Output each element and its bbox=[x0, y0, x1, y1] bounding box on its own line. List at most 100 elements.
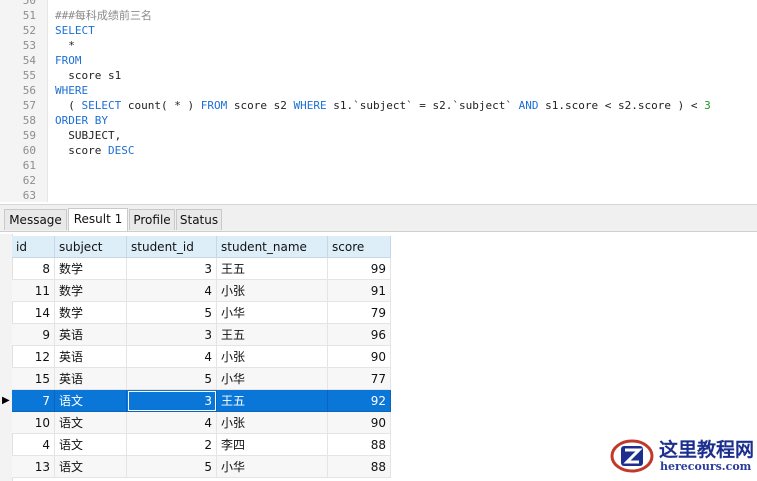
code-line: 52 SELECT bbox=[0, 23, 757, 38]
cell-student-id[interactable]: 5 bbox=[127, 302, 217, 324]
code-text: WHERE bbox=[55, 84, 89, 97]
cell-score[interactable]: 92 bbox=[328, 390, 391, 412]
cell-id[interactable]: 7 bbox=[12, 390, 55, 412]
cell-id[interactable]: 4 bbox=[12, 434, 55, 456]
tab-message[interactable]: Message bbox=[4, 209, 67, 230]
cell-subject[interactable]: 英语 bbox=[55, 324, 127, 346]
code-line: 56 WHERE bbox=[0, 83, 757, 98]
code-text: FROM bbox=[55, 54, 82, 67]
cell-subject[interactable]: 语文 bbox=[55, 412, 127, 434]
cell-student-name[interactable]: 王五 bbox=[217, 258, 328, 280]
cell-score[interactable]: 90 bbox=[328, 412, 391, 434]
watermark: 这里教程网 herecours.com bbox=[610, 432, 757, 481]
code-text: score DESC bbox=[55, 144, 135, 157]
cell-subject[interactable]: 语文 bbox=[55, 390, 127, 412]
cell-student-name[interactable]: 王五 bbox=[217, 324, 328, 346]
current-row-indicator-icon: ▶ bbox=[2, 395, 10, 406]
column-header-student-name[interactable]: student_name bbox=[217, 236, 328, 258]
table-row[interactable]: 14 数学 5 小华 79 bbox=[12, 302, 391, 324]
cell-student-name[interactable]: 王五 bbox=[217, 390, 328, 412]
tab-profile[interactable]: Profile bbox=[129, 209, 175, 230]
cell-subject[interactable]: 语文 bbox=[55, 434, 127, 456]
code-line: 59 SUBJECT, bbox=[0, 128, 757, 143]
table-row[interactable]: 13 语文 5 小华 88 bbox=[12, 456, 391, 478]
table-row[interactable]: 8 数学 3 王五 99 bbox=[12, 258, 391, 280]
cell-id[interactable]: 8 bbox=[12, 258, 55, 280]
cell-student-name[interactable]: 小张 bbox=[217, 346, 328, 368]
cell-score[interactable]: 77 bbox=[328, 368, 391, 390]
code-line: 50 bbox=[0, 0, 757, 8]
table-row[interactable]: 11 数学 4 小张 91 bbox=[12, 280, 391, 302]
code-text: score s1 bbox=[55, 69, 122, 82]
column-header-student-id[interactable]: student_id bbox=[127, 236, 217, 258]
code-text: SELECT bbox=[55, 24, 95, 37]
cell-student-id[interactable]: 3 bbox=[127, 324, 217, 346]
cell-student-name[interactable]: 小华 bbox=[217, 302, 328, 324]
cell-student-id[interactable]: 4 bbox=[127, 280, 217, 302]
line-number: 57 bbox=[22, 99, 36, 112]
tab-status[interactable]: Status bbox=[176, 209, 222, 230]
line-number: 53 bbox=[22, 39, 36, 52]
cell-student-id[interactable]: 4 bbox=[127, 346, 217, 368]
cell-id[interactable]: 12 bbox=[12, 346, 55, 368]
cell-subject[interactable]: 数学 bbox=[55, 302, 127, 324]
cell-score[interactable]: 96 bbox=[328, 324, 391, 346]
column-header-id[interactable]: id bbox=[12, 236, 55, 258]
cell-student-name[interactable]: 小张 bbox=[217, 280, 328, 302]
watermark-url: herecours.com bbox=[660, 460, 752, 473]
code-text: * bbox=[55, 39, 75, 52]
table-row[interactable]: 10 语文 4 小张 90 bbox=[12, 412, 391, 434]
table-row[interactable]: 15 英语 5 小华 77 bbox=[12, 368, 391, 390]
line-number: 55 bbox=[22, 69, 36, 82]
cell-id[interactable]: 14 bbox=[12, 302, 55, 324]
cell-subject[interactable]: 数学 bbox=[55, 280, 127, 302]
cell-student-id[interactable]: 3 bbox=[127, 258, 217, 280]
code-line: 57 ( SELECT count( * ) FROM score s2 WHE… bbox=[0, 98, 757, 113]
cell-score[interactable]: 91 bbox=[328, 280, 391, 302]
code-line: 55 score s1 bbox=[0, 68, 757, 83]
column-header-subject[interactable]: subject bbox=[55, 236, 127, 258]
code-line: 54 FROM bbox=[0, 53, 757, 68]
cell-score[interactable]: 99 bbox=[328, 258, 391, 280]
column-header-score[interactable]: score bbox=[328, 236, 391, 258]
cell-id[interactable]: 15 bbox=[12, 368, 55, 390]
cell-subject[interactable]: 英语 bbox=[55, 368, 127, 390]
cell-subject[interactable]: 数学 bbox=[55, 258, 127, 280]
cell-student-id[interactable]: 4 bbox=[127, 412, 217, 434]
cell-id[interactable]: 11 bbox=[12, 280, 55, 302]
line-number: 58 bbox=[22, 114, 36, 127]
cell-student-id[interactable]: 5 bbox=[127, 456, 217, 478]
code-text: SUBJECT, bbox=[55, 129, 122, 142]
cell-student-name[interactable]: 小华 bbox=[217, 456, 328, 478]
sql-editor[interactable]: 50 51 ###每科成绩前三名 52 SELECT 53 * 54 FROM 55 score… bbox=[0, 0, 757, 202]
cell-score[interactable]: 90 bbox=[328, 346, 391, 368]
table-row[interactable]: 9 英语 3 王五 96 bbox=[12, 324, 391, 346]
code-line: 62 bbox=[0, 173, 757, 188]
code-line: 51 ###每科成绩前三名 bbox=[0, 8, 757, 23]
cell-student-id[interactable]: 5 bbox=[127, 368, 217, 390]
cell-subject[interactable]: 语文 bbox=[55, 456, 127, 478]
code-text: ORDER BY bbox=[55, 114, 108, 127]
cell-student-id[interactable]: 3 bbox=[127, 390, 217, 412]
table-row[interactable]: 4 语文 2 李四 88 bbox=[12, 434, 391, 456]
cell-score[interactable]: 79 bbox=[328, 302, 391, 324]
cell-id[interactable]: 10 bbox=[12, 412, 55, 434]
line-number: 62 bbox=[22, 174, 36, 187]
cell-id[interactable]: 9 bbox=[12, 324, 55, 346]
cell-student-name[interactable]: 李四 bbox=[217, 434, 328, 456]
cell-score[interactable]: 88 bbox=[328, 456, 391, 478]
line-number: 56 bbox=[22, 84, 36, 97]
z-logo-icon bbox=[610, 439, 654, 473]
cell-score[interactable]: 88 bbox=[328, 434, 391, 456]
code-line: 61 bbox=[0, 158, 757, 173]
watermark-title: 这里教程网 bbox=[659, 439, 755, 461]
cell-subject[interactable]: 英语 bbox=[55, 346, 127, 368]
code-line: 63 bbox=[0, 188, 757, 202]
cell-id[interactable]: 13 bbox=[12, 456, 55, 478]
cell-student-id[interactable]: 2 bbox=[127, 434, 217, 456]
table-row[interactable]: 12 英语 4 小张 90 bbox=[12, 346, 391, 368]
table-row[interactable]: 7 语文 3 王五 92 bbox=[12, 390, 391, 412]
cell-student-name[interactable]: 小张 bbox=[217, 412, 328, 434]
tab-result-1[interactable]: Result 1 bbox=[68, 208, 128, 231]
cell-student-name[interactable]: 小华 bbox=[217, 368, 328, 390]
